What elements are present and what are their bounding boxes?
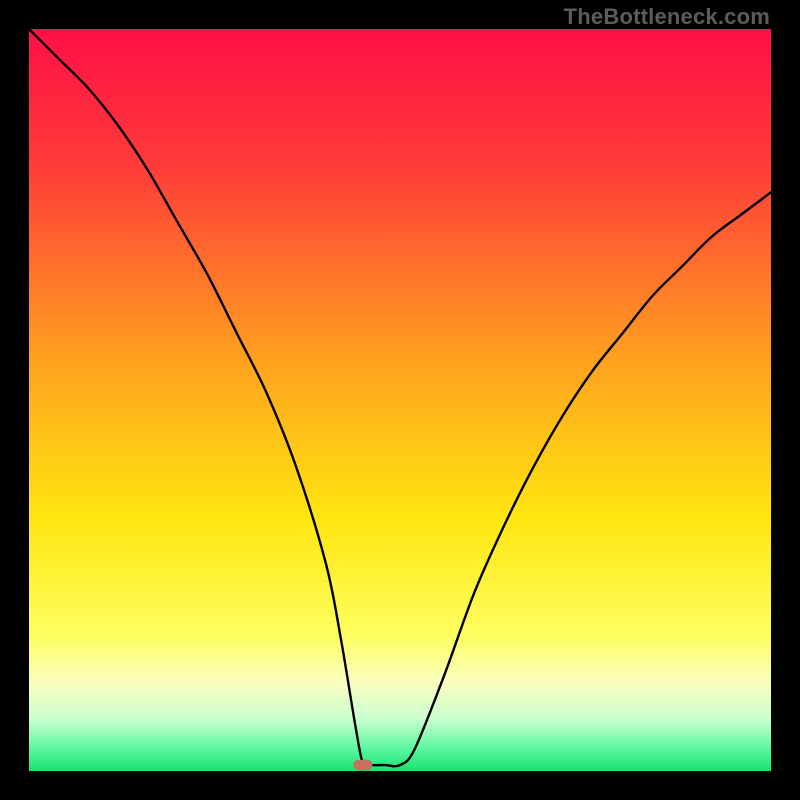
watermark-text: TheBottleneck.com: [564, 4, 770, 30]
bottleneck-chart: [29, 29, 771, 771]
gradient-background: [29, 29, 771, 771]
optimal-marker: [353, 760, 372, 770]
chart-container: TheBottleneck.com: [0, 0, 800, 800]
